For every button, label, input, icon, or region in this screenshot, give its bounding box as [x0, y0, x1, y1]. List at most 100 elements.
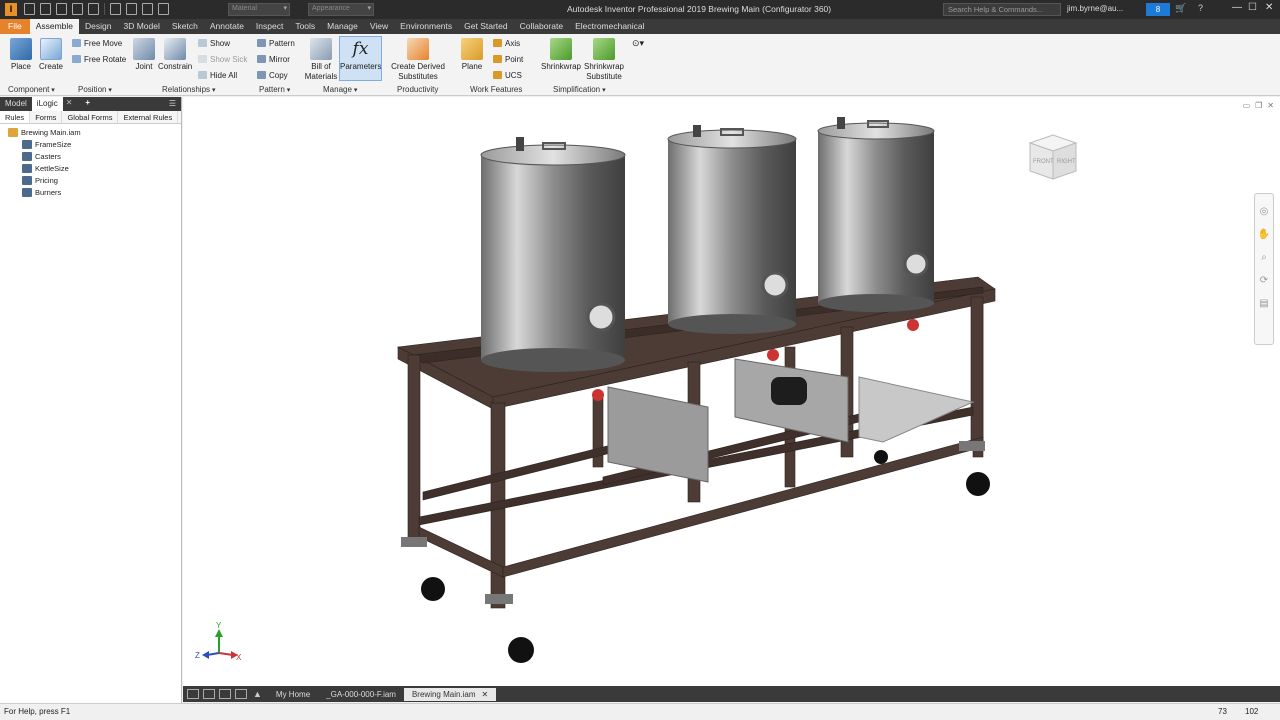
ucs-icon: [493, 71, 502, 79]
subtab-rules[interactable]: Rules: [0, 111, 31, 123]
doc-tab-home[interactable]: My Home: [268, 688, 318, 701]
rule-item[interactable]: Pricing: [8, 174, 181, 186]
mirror-button[interactable]: Mirror: [257, 55, 290, 64]
browser-menu-icon[interactable]: ☰: [164, 97, 181, 111]
joint-button[interactable]: Joint: [132, 38, 156, 72]
parameters-button[interactable]: fx Parameters: [340, 38, 381, 72]
cascade-icon[interactable]: [187, 689, 199, 699]
create-derived-substitutes-button[interactable]: Create Derived Substitutes: [390, 38, 446, 82]
close-icon[interactable]: ✕: [1265, 2, 1273, 13]
panel-relationships[interactable]: Relationships: [162, 85, 216, 94]
viewcube-right[interactable]: RIGHT: [1057, 159, 1076, 165]
material-combo[interactable]: Material: [228, 3, 290, 16]
bom-icon: [310, 38, 332, 60]
shrinkwrap-substitute-button[interactable]: Shrinkwrap Substitute: [583, 38, 625, 82]
tab-model[interactable]: Model: [0, 97, 32, 111]
save-icon[interactable]: [56, 3, 67, 15]
cart-icon[interactable]: 🛒: [1175, 3, 1186, 14]
shrinkwrap-icon: [550, 38, 572, 60]
panel-component[interactable]: Component: [8, 85, 55, 94]
maximize-icon[interactable]: ☐: [1248, 2, 1257, 13]
bill-of-materials-button[interactable]: Bill of Materials: [303, 38, 339, 82]
select-icon[interactable]: [126, 3, 137, 15]
ribbon-options-icon[interactable]: ⊙▾: [632, 38, 644, 49]
show-sick-button[interactable]: Show Sick: [198, 55, 247, 64]
doc-list-icon[interactable]: ▲: [253, 689, 262, 699]
tab-collaborate[interactable]: Collaborate: [514, 19, 569, 34]
pattern-button[interactable]: Pattern: [257, 39, 295, 48]
copy-button[interactable]: Copy: [257, 71, 288, 80]
plane-button[interactable]: Plane: [459, 38, 485, 72]
tab-ilogic[interactable]: iLogic: [31, 97, 63, 111]
shrinkwrap-button[interactable]: Shrinkwrap: [540, 38, 582, 72]
steering-wheel-icon[interactable]: ◎: [1255, 206, 1273, 217]
doc-tab-brewing-main[interactable]: Brewing Main.iam ✕: [403, 687, 497, 701]
show-button[interactable]: Show: [198, 39, 230, 48]
rule-item[interactable]: KettleSize: [8, 162, 181, 174]
subtab-external-rules[interactable]: External Rules: [118, 111, 179, 123]
tile-vertical-icon[interactable]: [235, 689, 247, 699]
inventor-logo-icon[interactable]: I: [5, 3, 17, 16]
undo-icon[interactable]: [72, 3, 83, 15]
show-icon: [198, 39, 207, 47]
tab-design[interactable]: Design: [79, 19, 117, 34]
status-count-2: 102: [1245, 707, 1259, 716]
tab-environments[interactable]: Environments: [394, 19, 458, 34]
home-icon[interactable]: [110, 3, 121, 15]
tab-tools[interactable]: Tools: [289, 19, 321, 34]
tab-manage[interactable]: Manage: [321, 19, 364, 34]
globe-icon[interactable]: [158, 3, 169, 15]
viewcube[interactable]: FRONT RIGHT: [1028, 133, 1078, 181]
tile-horizontal-icon[interactable]: [219, 689, 231, 699]
minimize-icon[interactable]: —: [1232, 2, 1242, 13]
zoom-icon[interactable]: ⌕: [1255, 252, 1273, 263]
update-icon[interactable]: [142, 3, 153, 15]
new-file-icon[interactable]: [24, 3, 35, 15]
open-file-icon[interactable]: [40, 3, 51, 15]
rule-item[interactable]: Casters: [8, 150, 181, 162]
create-button[interactable]: Create: [38, 38, 64, 72]
tab-view[interactable]: View: [364, 19, 394, 34]
orbit-icon[interactable]: ⟳: [1255, 275, 1273, 286]
free-rotate-button[interactable]: Free Rotate: [72, 55, 126, 64]
redo-icon[interactable]: [88, 3, 99, 15]
help-icon[interactable]: ?: [1198, 3, 1203, 13]
tree-root[interactable]: Brewing Main.iam: [8, 126, 181, 138]
tab-inspect[interactable]: Inspect: [250, 19, 289, 34]
tab-sketch[interactable]: Sketch: [166, 19, 204, 34]
tab-get-started[interactable]: Get Started: [458, 19, 513, 34]
tab-3d-model[interactable]: 3D Model: [118, 19, 166, 34]
ucs-button[interactable]: UCS: [493, 71, 522, 80]
axis-button[interactable]: Axis: [493, 39, 520, 48]
panel-position[interactable]: Position: [78, 85, 112, 94]
pan-icon[interactable]: ✋: [1255, 229, 1273, 240]
close-ilogic-icon[interactable]: ✕: [63, 97, 76, 111]
hide-all-button[interactable]: Hide All: [198, 71, 237, 80]
rule-item[interactable]: FrameSize: [8, 138, 181, 150]
tab-assemble[interactable]: Assemble: [29, 19, 80, 34]
notification-badge[interactable]: 8: [1146, 3, 1170, 16]
look-at-icon[interactable]: ▤: [1255, 298, 1273, 309]
appearance-combo[interactable]: Appearance: [308, 3, 374, 16]
brewing-stand-model[interactable]: Y X Z: [183, 97, 1280, 686]
tab-file[interactable]: File: [0, 19, 30, 34]
close-doc-icon[interactable]: ✕: [482, 690, 489, 699]
panel-simplification[interactable]: Simplification: [553, 85, 606, 94]
panel-manage[interactable]: Manage: [323, 85, 357, 94]
free-move-button[interactable]: Free Move: [72, 39, 122, 48]
doc-tab-ga[interactable]: _GA-000-000-F.iam: [318, 688, 404, 701]
viewcube-front[interactable]: FRONT: [1033, 159, 1054, 165]
user-account[interactable]: jim.byrne@au...: [1067, 4, 1123, 13]
place-button[interactable]: Place: [8, 38, 34, 72]
search-input[interactable]: Search Help & Commands...: [943, 3, 1061, 16]
subtab-forms[interactable]: Forms: [30, 111, 63, 123]
panel-pattern[interactable]: Pattern: [259, 85, 290, 94]
tile-icon[interactable]: [203, 689, 215, 699]
constrain-button[interactable]: Constrain: [158, 38, 192, 72]
subtab-global-forms[interactable]: Global Forms: [62, 111, 119, 123]
add-tab-icon[interactable]: +: [79, 97, 96, 111]
rule-item[interactable]: Burners: [8, 186, 181, 198]
tab-annotate[interactable]: Annotate: [204, 19, 250, 34]
point-button[interactable]: Point: [493, 55, 523, 64]
tab-electromechanical[interactable]: Electromechanical: [569, 19, 650, 34]
